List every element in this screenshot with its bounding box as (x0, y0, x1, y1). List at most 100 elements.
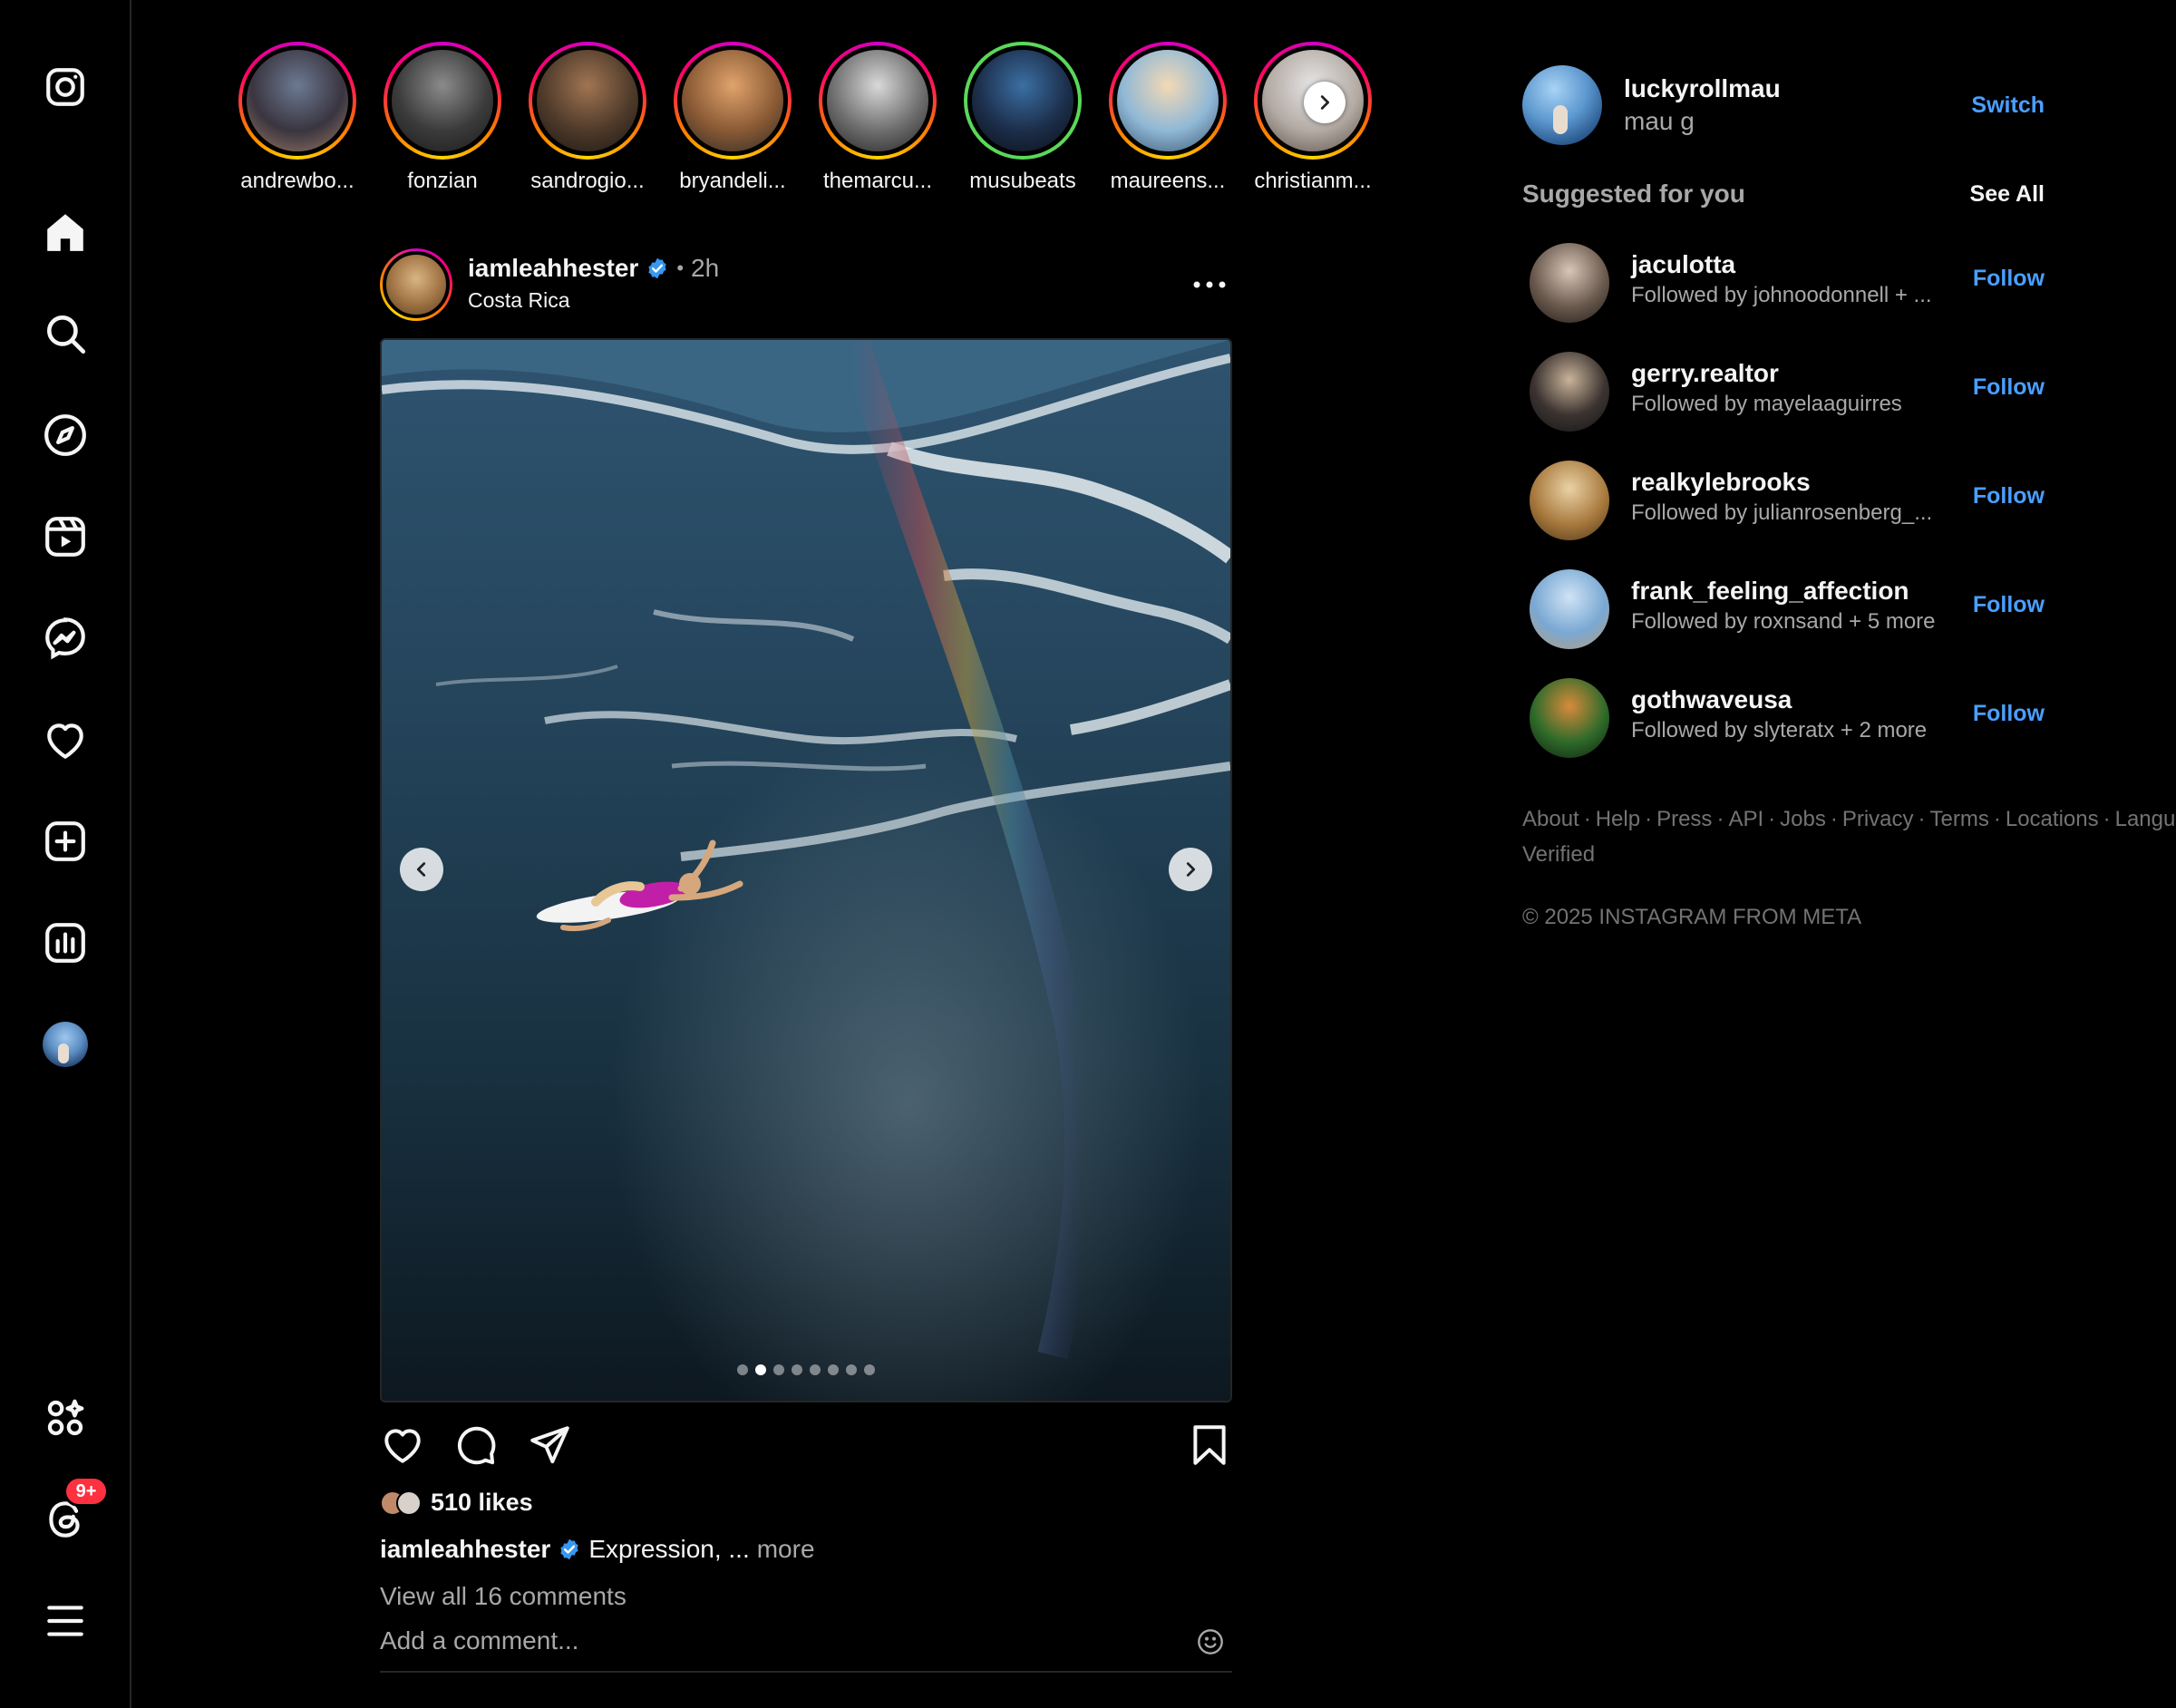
chevron-right-icon (1320, 95, 1330, 110)
create-post-icon[interactable] (31, 807, 100, 876)
post-location[interactable]: Costa Rica (468, 288, 569, 313)
stories-next-button[interactable] (1304, 82, 1345, 123)
footer-link-about[interactable]: About (1522, 807, 1579, 831)
search-icon[interactable] (31, 299, 100, 368)
explore-compass-icon[interactable] (31, 401, 100, 470)
reels-icon[interactable] (31, 502, 100, 571)
follow-button[interactable]: Follow (1973, 592, 2045, 618)
footer-separator: · (2103, 807, 2111, 831)
suggestion-username[interactable]: realkylebrooks (1631, 468, 1811, 497)
story-avatar (822, 45, 933, 156)
follow-button[interactable]: Follow (1973, 374, 2045, 401)
suggestion-avatar[interactable] (1530, 569, 1609, 649)
also-from-meta-icon[interactable] (31, 1383, 100, 1452)
story-username: andrewbo... (240, 169, 355, 193)
post-options-button[interactable] (1187, 267, 1232, 303)
current-username[interactable]: luckyrollmau (1624, 74, 1781, 103)
right-sidebar: luckyrollmau mau g Switch Suggested for … (1522, 65, 2176, 930)
story-username: sandrogio... (530, 169, 645, 193)
follow-button[interactable]: Follow (1973, 266, 2045, 292)
profile-nav-item[interactable] (31, 1010, 100, 1079)
post-author-username[interactable]: iamleahhester (468, 254, 638, 283)
suggestion-avatar[interactable] (1530, 678, 1609, 758)
share-button[interactable] (524, 1420, 575, 1470)
story-item[interactable]: andrewbo... (228, 42, 366, 194)
footer-links: About · Help · Press · API · Jobs · Privacy · Terms ·… (1522, 801, 2176, 872)
story-username: bryandeli... (679, 169, 786, 193)
comment-composer (380, 1620, 1232, 1673)
footer-link-locations[interactable]: Locations (2006, 807, 2099, 831)
footer-link-privacy[interactable]: Privacy (1842, 807, 1914, 831)
threads-icon[interactable]: 9+ (31, 1476, 109, 1554)
heart-icon (384, 1429, 421, 1463)
post-caption: iamleahhester Expression, ... more (380, 1535, 815, 1564)
likes-row[interactable]: 510 likes (380, 1489, 533, 1517)
carousel-dot (864, 1364, 875, 1375)
suggestion-username[interactable]: gerry.realtor (1631, 359, 1779, 388)
caption-text: Expression, ... (588, 1535, 750, 1563)
story-item[interactable]: musubeats (954, 42, 1092, 194)
avatar (43, 1022, 88, 1067)
story-item[interactable]: themarcu... (809, 42, 947, 194)
avatar[interactable] (1522, 65, 1602, 145)
story-item[interactable]: sandrogio... (519, 42, 656, 194)
post-author-row: iamleahhester • 2h (468, 254, 719, 283)
post-media-carousel[interactable] (380, 338, 1232, 1402)
footer-link-press[interactable]: Press (1656, 807, 1712, 831)
footer-link-api[interactable]: API (1728, 807, 1763, 831)
suggestion-subtitle: Followed by slyteratx + 2 more (1631, 718, 1928, 742)
story-avatar (1112, 45, 1223, 156)
footer-link-terms[interactable]: Terms (1930, 807, 1989, 831)
footer-link-language[interactable]: Language (2115, 807, 2176, 831)
more-menu-icon[interactable] (31, 1587, 100, 1655)
suggestion-subtitle: Followed by johnoodonnell + ... (1631, 283, 1932, 307)
suggestion-username[interactable]: frank_feeling_affection (1631, 577, 1909, 606)
suggestion-avatar[interactable] (1530, 352, 1609, 432)
emoji-icon[interactable] (1196, 1627, 1225, 1656)
view-all-comments-link[interactable]: View all 16 comments (380, 1582, 627, 1611)
chevron-left-icon (416, 862, 426, 877)
dashboard-insights-icon[interactable] (31, 908, 100, 977)
post-author-avatar[interactable] (380, 248, 452, 321)
stories-tray: andrewbo... fonzian sandrogio... bryande… (228, 42, 1389, 205)
carousel-prev-button[interactable] (400, 848, 443, 891)
footer-separator: · (1993, 807, 2001, 831)
switch-account-button[interactable]: Switch (1971, 92, 2045, 119)
story-avatar (677, 45, 788, 156)
left-nav: 9+ (0, 0, 131, 1708)
footer-link-jobs[interactable]: Jobs (1780, 807, 1826, 831)
comment-input[interactable] (380, 1620, 1160, 1662)
story-item[interactable]: maureens... (1099, 42, 1237, 194)
footer-separator: · (1583, 807, 1591, 831)
story-item[interactable]: bryandeli... (664, 42, 801, 194)
carousel-dot (792, 1364, 802, 1375)
caption-username[interactable]: iamleahhester (380, 1535, 550, 1564)
suggestion-avatar[interactable] (1530, 461, 1609, 540)
carousel-dot (773, 1364, 784, 1375)
notifications-heart-icon[interactable] (31, 705, 100, 774)
like-button[interactable] (377, 1420, 428, 1470)
messenger-icon[interactable] (31, 604, 100, 673)
story-avatar (387, 45, 498, 156)
story-username: musubeats (969, 169, 1076, 193)
footer-separator: · (1645, 807, 1653, 831)
story-ring (674, 42, 792, 160)
footer-link-help[interactable]: Help (1596, 807, 1640, 831)
carousel-indicator (382, 1364, 1230, 1375)
instagram-logo-icon[interactable] (31, 53, 100, 121)
story-item[interactable]: fonzian (374, 42, 511, 194)
suggestion-item: jaculotta Followed by johnoodonnell + ..… (1522, 232, 2045, 341)
save-button[interactable] (1184, 1420, 1235, 1470)
caption-more-link[interactable]: more (757, 1535, 815, 1564)
comment-button[interactable] (451, 1420, 501, 1470)
suggestion-avatar[interactable] (1530, 243, 1609, 323)
suggestion-username[interactable]: jaculotta (1631, 250, 1735, 279)
carousel-next-button[interactable] (1169, 848, 1212, 891)
follow-button[interactable]: Follow (1973, 701, 2045, 727)
home-icon[interactable] (31, 198, 100, 267)
follow-button[interactable]: Follow (1973, 483, 2045, 509)
verified-badge-icon (560, 1538, 578, 1560)
suggestion-username[interactable]: gothwaveusa (1631, 685, 1792, 714)
see-all-button[interactable]: See All (1970, 181, 2045, 208)
likes-count: 510 likes (431, 1489, 533, 1516)
